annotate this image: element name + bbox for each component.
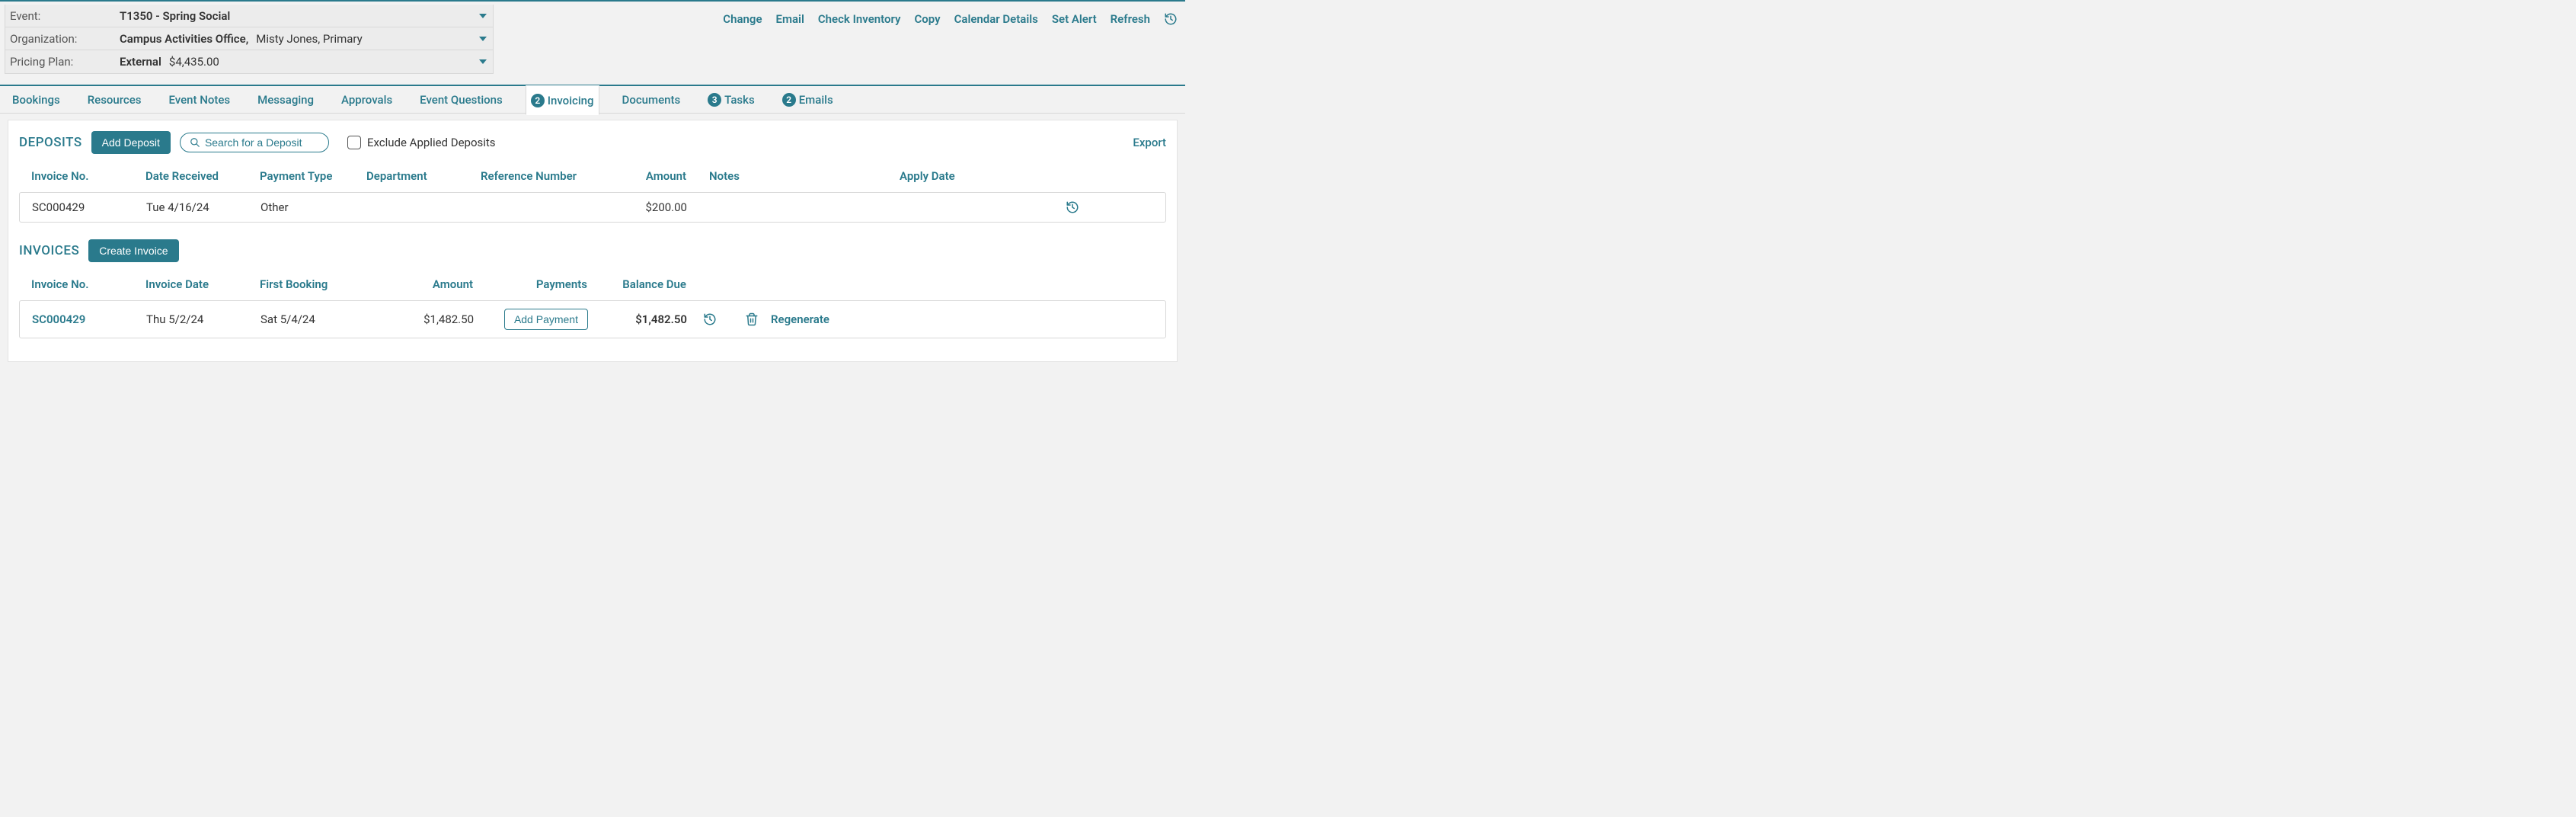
invoices-table-header: Invoice No. Invoice Date First Booking A… — [19, 270, 1166, 299]
tab-event-questions[interactable]: Event Questions — [415, 85, 507, 114]
deposit-date-received: Tue 4/16/24 — [146, 200, 260, 214]
set-alert-link[interactable]: Set Alert — [1052, 12, 1097, 26]
tab-tasks-label: Tasks — [724, 93, 755, 107]
invoicing-badge: 2 — [531, 94, 545, 107]
event-value: T1350 - Spring Social — [120, 9, 230, 23]
event-label: Event: — [5, 9, 120, 23]
create-invoice-button[interactable]: Create Invoice — [88, 239, 178, 262]
tab-bar: Bookings Resources Event Notes Messaging… — [0, 85, 1185, 114]
calendar-details-link[interactable]: Calendar Details — [954, 12, 1038, 26]
org-select-row[interactable]: Organization: Campus Activities Office, … — [5, 27, 493, 50]
checkbox-icon — [347, 136, 361, 149]
change-link[interactable]: Change — [723, 12, 762, 26]
tab-emails-label: Emails — [799, 93, 833, 107]
tab-invoicing-label: Invoicing — [548, 94, 594, 107]
export-link[interactable]: Export — [1133, 136, 1166, 149]
deposit-search-input[interactable] — [205, 136, 319, 149]
invoice-number-link[interactable]: SC000429 — [32, 312, 146, 326]
tab-resources[interactable]: Resources — [83, 85, 146, 114]
org-name: Campus Activities Office, — [120, 32, 248, 46]
copy-link[interactable]: Copy — [914, 12, 940, 26]
tab-messaging[interactable]: Messaging — [253, 85, 318, 114]
col-amount: Amount — [602, 169, 686, 183]
history-icon[interactable] — [1066, 200, 1079, 214]
header-actions: Change Email Check Inventory Copy Calend… — [723, 5, 1178, 26]
regenerate-link[interactable]: Regenerate — [771, 312, 862, 326]
emails-badge: 2 — [782, 93, 796, 107]
tab-invoicing[interactable]: 2 Invoicing — [526, 85, 599, 115]
deposit-payment-type: Other — [260, 200, 367, 214]
deposits-table-header: Invoice No. Date Received Payment Type D… — [19, 162, 1166, 191]
plan-amount: $4,435.00 — [169, 55, 219, 69]
col-payments: Payments — [473, 277, 587, 291]
col-apply-date: Apply Date — [900, 169, 991, 183]
event-info-block: Event: T1350 - Spring Social Organizatio… — [5, 5, 494, 74]
refresh-link[interactable]: Refresh — [1111, 12, 1150, 26]
tab-event-notes[interactable]: Event Notes — [165, 85, 235, 114]
invoice-balance-due: $1,482.50 — [588, 312, 687, 326]
invoice-amount: $1,482.50 — [382, 312, 474, 326]
trash-icon[interactable] — [745, 312, 759, 326]
exclude-applied-label: Exclude Applied Deposits — [367, 136, 496, 149]
invoicing-panel: DEPOSITS Add Deposit Exclude Applied Dep… — [8, 120, 1178, 362]
deposits-title: DEPOSITS — [19, 135, 82, 150]
col-invoice-no: Invoice No. — [31, 169, 145, 183]
org-label: Organization: — [5, 32, 120, 46]
col-first-booking: First Booking — [260, 277, 382, 291]
deposit-search[interactable] — [180, 133, 329, 152]
tab-emails[interactable]: 2 Emails — [778, 85, 838, 114]
plan-name: External — [120, 55, 161, 69]
tab-approvals[interactable]: Approvals — [337, 85, 397, 114]
col-invoice-date: Invoice Date — [145, 277, 260, 291]
invoice-row[interactable]: SC000429 Thu 5/2/24 Sat 5/4/24 $1,482.50… — [19, 300, 1166, 338]
chevron-down-icon — [479, 59, 487, 64]
tab-tasks[interactable]: 3 Tasks — [703, 85, 759, 114]
exclude-applied-checkbox[interactable]: Exclude Applied Deposits — [347, 136, 496, 149]
col-amount: Amount — [382, 277, 473, 291]
tab-bookings[interactable]: Bookings — [8, 85, 65, 114]
chevron-down-icon — [479, 37, 487, 41]
event-select-row[interactable]: Event: T1350 - Spring Social — [5, 5, 493, 27]
col-payment-type: Payment Type — [260, 169, 366, 183]
check-inventory-link[interactable]: Check Inventory — [818, 12, 901, 26]
deposit-amount: $200.00 — [603, 200, 687, 214]
tab-documents[interactable]: Documents — [618, 85, 686, 114]
col-balance-due: Balance Due — [587, 277, 686, 291]
plan-select-row[interactable]: Pricing Plan: External $4,435.00 — [5, 50, 493, 73]
col-department: Department — [366, 169, 481, 183]
invoice-first-booking: Sat 5/4/24 — [260, 312, 382, 326]
deposit-invoice-no: SC000429 — [32, 200, 146, 214]
plan-label: Pricing Plan: — [5, 55, 120, 69]
col-invoice-no: Invoice No. — [31, 277, 145, 291]
chevron-down-icon — [479, 14, 487, 18]
col-date-received: Date Received — [145, 169, 260, 183]
deposit-row[interactable]: SC000429 Tue 4/16/24 Other $200.00 — [19, 192, 1166, 223]
add-payment-button[interactable]: Add Payment — [504, 309, 588, 330]
invoice-date: Thu 5/2/24 — [146, 312, 260, 326]
tasks-badge: 3 — [708, 93, 721, 107]
search-icon — [190, 137, 200, 148]
add-deposit-button[interactable]: Add Deposit — [91, 131, 171, 154]
col-reference-number: Reference Number — [481, 169, 602, 183]
history-icon[interactable] — [703, 312, 717, 326]
col-notes: Notes — [686, 169, 900, 183]
email-link[interactable]: Email — [776, 12, 804, 26]
org-contact: Misty Jones, Primary — [256, 32, 363, 46]
invoices-title: INVOICES — [19, 243, 79, 258]
history-icon[interactable] — [1164, 12, 1178, 26]
